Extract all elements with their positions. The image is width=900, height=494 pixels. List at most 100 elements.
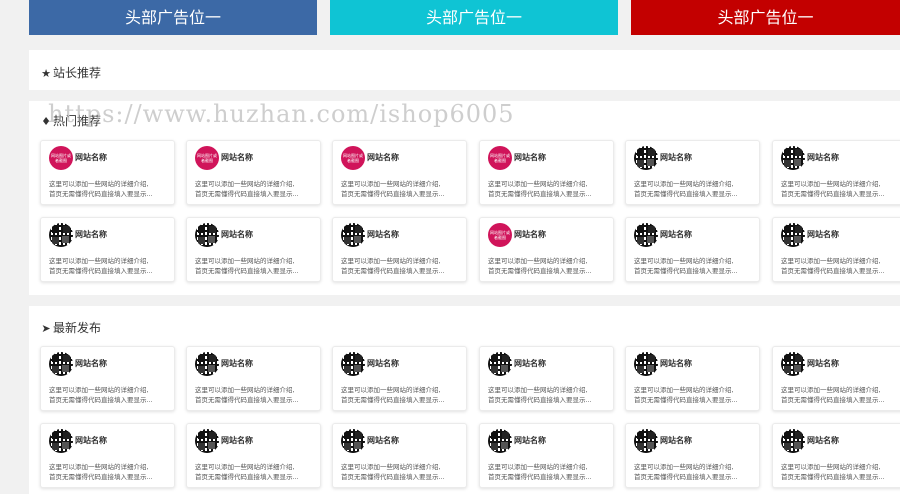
recommend-heading: ★ 站长推荐 [40, 64, 101, 81]
site-card[interactable]: 网站名称这里可以添加一些网站的详细介绍, 首页无需懂得代码直接填入要显示... [40, 346, 175, 411]
desc-line-2: 首页无需懂得代码直接填入要显示... [49, 473, 153, 481]
header-ad-3[interactable]: 头部广告位一 [631, 0, 900, 35]
site-name[interactable]: 网站名称 [367, 152, 399, 163]
desc-line-1: 这里可以添加一些网站的详细介绍, [341, 386, 441, 394]
site-name[interactable]: 网站名称 [75, 229, 107, 240]
site-card[interactable]: 网站名称这里可以添加一些网站的详细介绍, 首页无需懂得代码直接填入要显示... [186, 217, 321, 282]
desc-line-2: 首页无需懂得代码直接填入要显示... [49, 267, 153, 275]
site-name[interactable]: 网站名称 [807, 152, 839, 163]
site-description: 这里可以添加一些网站的详细介绍, 首页无需懂得代码直接填入要显示... [49, 385, 174, 405]
header-ad-row: 头部广告位一 头部广告位一 头部广告位一 [0, 0, 900, 35]
site-name[interactable]: 网站名称 [660, 152, 692, 163]
site-card[interactable]: 网站名称 这里可以添加一些网站的详细介绍, 首页无需懂得代码直接填入要显示... [625, 217, 760, 282]
desc-line-1: 这里可以添加一些网站的详细介绍, [781, 386, 881, 394]
site-card[interactable]: 网站图片或者截图 网站名称 这里可以添加一些网站的详细介绍, 首页无需懂得代码直接填入… [40, 140, 175, 205]
site-name[interactable]: 网站名称 [221, 229, 253, 240]
qr-code-icon [634, 223, 658, 247]
site-name[interactable]: 网站名称 [221, 152, 253, 163]
site-card[interactable]: 网站名称这里可以添加一些网站的详细介绍, 首页无需懂得代码直接填入要显示... [332, 217, 467, 282]
site-description: 这里可以添加一些网站的详细介绍, 首页无需懂得代码直接填入要显示... [49, 179, 174, 199]
desc-line-1: 这里可以添加一些网站的详细介绍, [488, 386, 588, 394]
desc-line-2: 首页无需懂得代码直接填入要显示... [341, 190, 445, 198]
hot-panel: ♦ 热门推荐 网站图片或者截图 网站名称 这里可以添加一些网站的详细介绍, 首页无需懂得… [29, 101, 900, 295]
site-name[interactable]: 网站名称 [514, 435, 546, 446]
desc-line-2: 首页无需懂得代码直接填入要显示... [341, 396, 445, 404]
site-name[interactable]: 网站名称 [75, 435, 107, 446]
site-name[interactable]: 网站名称 [514, 152, 546, 163]
site-card[interactable]: 网站图片或者截图 网站名称 这里可以添加一些网站的详细介绍, 首页无需懂得代码直接填入… [479, 140, 614, 205]
site-name[interactable]: 网站名称 [807, 229, 839, 240]
desc-line-2: 首页无需懂得代码直接填入要显示... [488, 267, 592, 275]
site-card[interactable]: 网站名称这里可以添加一些网站的详细介绍, 首页无需懂得代码直接填入要显示... [479, 346, 614, 411]
site-card[interactable]: 网站名称这里可以添加一些网站的详细介绍, 首页无需懂得代码直接填入要显示... [186, 423, 321, 488]
site-name[interactable]: 网站名称 [221, 358, 253, 369]
qr-code-icon [488, 352, 512, 376]
site-description: 这里可以添加一些网站的详细介绍, 首页无需懂得代码直接填入要显示... [195, 256, 320, 276]
desc-line-1: 这里可以添加一些网站的详细介绍, [341, 257, 441, 265]
site-description: 这里可以添加一些网站的详细介绍, 首页无需懂得代码直接填入要显示... [195, 179, 320, 199]
site-logo-icon: 网站图片或者截图 [195, 146, 219, 170]
site-name[interactable]: 网站名称 [367, 435, 399, 446]
desc-line-2: 首页无需懂得代码直接填入要显示... [781, 396, 885, 404]
desc-line-1: 这里可以添加一些网站的详细介绍, [781, 180, 881, 188]
site-name[interactable]: 网站名称 [75, 152, 107, 163]
hot-title: 热门推荐 [53, 114, 102, 128]
site-card[interactable]: 网站名称这里可以添加一些网站的详细介绍, 首页无需懂得代码直接填入要显示... [625, 423, 760, 488]
qr-code-icon [341, 223, 365, 247]
site-card[interactable]: 网站名称 这里可以添加一些网站的详细介绍, 首页无需懂得代码直接填入要显示... [772, 140, 900, 205]
site-card[interactable]: 网站名称这里可以添加一些网站的详细介绍, 首页无需懂得代码直接填入要显示... [332, 346, 467, 411]
site-card[interactable]: 网站名称这里可以添加一些网站的详细介绍, 首页无需懂得代码直接填入要显示... [772, 346, 900, 411]
site-name[interactable]: 网站名称 [75, 358, 107, 369]
desc-line-2: 首页无需懂得代码直接填入要显示... [341, 473, 445, 481]
site-name[interactable]: 网站名称 [807, 358, 839, 369]
header-ad-1[interactable]: 头部广告位一 [29, 0, 317, 35]
qr-code-icon [781, 146, 805, 170]
qr-code-icon [781, 429, 805, 453]
site-description: 这里可以添加一些网站的详细介绍, 首页无需懂得代码直接填入要显示... [341, 462, 466, 482]
site-card[interactable]: 网站名称 这里可以添加一些网站的详细介绍, 首页无需懂得代码直接填入要显示... [40, 423, 175, 488]
site-logo-icon: 网站图片或者截图 [341, 146, 365, 170]
header-ad-2[interactable]: 头部广告位一 [330, 0, 618, 35]
desc-line-2: 首页无需懂得代码直接填入要显示... [488, 396, 592, 404]
site-description: 这里可以添加一些网站的详细介绍, 首页无需懂得代码直接填入要显示... [341, 256, 466, 276]
latest-title: 最新发布 [53, 321, 102, 335]
site-name[interactable]: 网站名称 [367, 358, 399, 369]
site-card[interactable]: 网站图片或者截图 网站名称 这里可以添加一些网站的详细介绍, 首页无需懂得代码直接填入… [479, 217, 614, 282]
site-card[interactable]: 网站名称 这里可以添加一些网站的详细介绍, 首页无需懂得代码直接填入要显示... [186, 346, 321, 411]
desc-line-2: 首页无需懂得代码直接填入要显示... [195, 267, 299, 275]
desc-line-1: 这里可以添加一些网站的详细介绍, [195, 257, 295, 265]
site-card[interactable]: 网站名称 这里可以添加一些网站的详细介绍, 首页无需懂得代码直接填入要显示... [772, 217, 900, 282]
site-name[interactable]: 网站名称 [514, 358, 546, 369]
site-logo-icon: 网站图片或者截图 [488, 146, 512, 170]
site-card[interactable]: 网站图片或者截图 网站名称这里可以添加一些网站的详细介绍, 首页无需懂得代码直接填入… [186, 140, 321, 205]
site-card[interactable]: 网站名称这里可以添加一些网站的详细介绍, 首页无需懂得代码直接填入要显示... [479, 423, 614, 488]
desc-line-2: 首页无需懂得代码直接填入要显示... [488, 190, 592, 198]
qr-code-icon [781, 352, 805, 376]
site-card[interactable]: 网站名称 这里可以添加一些网站的详细介绍, 首页无需懂得代码直接填入要显示... [40, 217, 175, 282]
desc-line-2: 首页无需懂得代码直接填入要显示... [195, 473, 299, 481]
site-name[interactable]: 网站名称 [660, 229, 692, 240]
desc-line-1: 这里可以添加一些网站的详细介绍, [195, 180, 295, 188]
site-name[interactable]: 网站名称 [221, 435, 253, 446]
desc-line-1: 这里可以添加一些网站的详细介绍, [195, 463, 295, 471]
site-card[interactable]: 网站名称这里可以添加一些网站的详细介绍, 首页无需懂得代码直接填入要显示... [332, 423, 467, 488]
recommend-panel: ★ 站长推荐 [29, 50, 900, 90]
desc-line-1: 这里可以添加一些网站的详细介绍, [781, 463, 881, 471]
site-card[interactable]: 网站名称这里可以添加一些网站的详细介绍, 首页无需懂得代码直接填入要显示... [772, 423, 900, 488]
site-description: 这里可以添加一些网站的详细介绍, 首页无需懂得代码直接填入要显示... [634, 462, 759, 482]
site-card[interactable]: 网站名称 这里可以添加一些网站的详细介绍, 首页无需懂得代码直接填入要显示... [625, 346, 760, 411]
site-description: 这里可以添加一些网站的详细介绍, 首页无需懂得代码直接填入要显示... [781, 462, 900, 482]
qr-code-icon [195, 429, 219, 453]
site-card[interactable]: 网站名称 这里可以添加一些网站的详细介绍, 首页无需懂得代码直接填入要显示... [625, 140, 760, 205]
site-name[interactable]: 网站名称 [660, 358, 692, 369]
site-card[interactable]: 网站图片或者截图 网站名称 这里可以添加一些网站的详细介绍, 首页无需懂得代码直接填入… [332, 140, 467, 205]
qr-code-icon [341, 429, 365, 453]
site-name[interactable]: 网站名称 [807, 435, 839, 446]
site-name[interactable]: 网站名称 [660, 435, 692, 446]
site-description: 这里可以添加一些网站的详细介绍, 首页无需懂得代码直接填入要显示... [488, 462, 613, 482]
desc-line-2: 首页无需懂得代码直接填入要显示... [781, 267, 885, 275]
site-name[interactable]: 网站名称 [367, 229, 399, 240]
desc-line-2: 首页无需懂得代码直接填入要显示... [634, 396, 738, 404]
recommend-title: 站长推荐 [53, 66, 102, 80]
site-name[interactable]: 网站名称 [514, 229, 546, 240]
